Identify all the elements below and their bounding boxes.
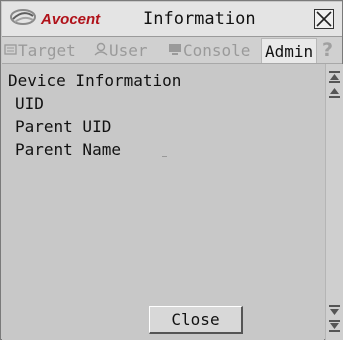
field-parent-name-label: Parent Name [15,140,121,159]
avocent-swirl-icon [9,7,37,31]
user-icon [94,41,108,60]
scroll-down-icon [329,305,340,315]
scroll-bottom-button[interactable] [329,320,340,332]
scroll-down-button[interactable] [329,304,340,316]
tab-target[interactable]: Target [4,39,76,61]
console-icon [168,41,182,60]
device-info-panel: Device Information UID Parent UID Parent… [2,64,324,340]
title-bar: Avocent Information [2,2,342,37]
close-window-button[interactable] [314,9,334,29]
section-heading: Device Information [8,71,182,90]
close-button[interactable]: Close [149,306,243,334]
scroll-top-icon [329,71,340,83]
close-icon [316,11,332,27]
scroll-up-button[interactable] [329,87,340,99]
help-icon[interactable]: ? [322,39,333,61]
field-parent-uid-label: Parent UID [15,117,112,136]
avocent-logo: Avocent [9,8,121,30]
window-title: Information [143,9,256,29]
target-icon [4,41,17,60]
scroll-bottom-icon [329,320,340,332]
tab-admin[interactable]: Admin [261,38,318,63]
tab-admin-label: Admin [265,41,314,61]
tab-bar: Target User Console Admin ? [2,37,342,64]
scroll-up-icon [329,88,340,98]
parent-name-value [162,156,167,157]
scroll-column [325,64,343,340]
tab-console-label: Console [183,40,251,60]
scroll-top-button[interactable] [329,71,340,83]
field-uid-label: UID [15,94,44,113]
tab-user[interactable]: User [94,39,148,61]
tab-target-label: Target [18,40,76,60]
tab-console[interactable]: Console [168,39,250,61]
tab-user-label: User [109,40,148,60]
logo-text: Avocent [41,10,101,28]
information-window: Avocent Information Target User Console … [0,0,343,340]
